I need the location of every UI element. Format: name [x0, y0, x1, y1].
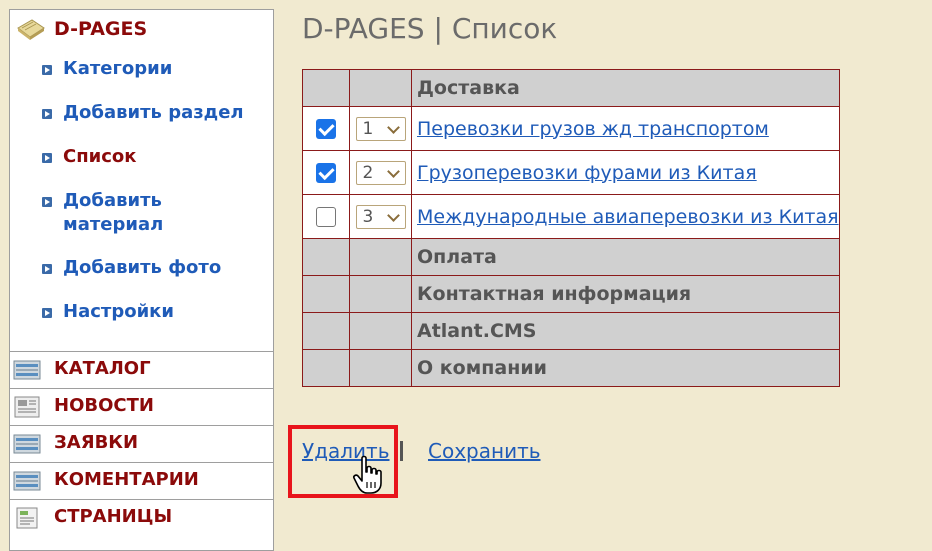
pages-table: Доставка 1 Перевозки грузов жд транспорт… [302, 69, 840, 387]
sidebar-item-label: Добавить материал [63, 190, 164, 235]
category-row: Контактная информация [302, 275, 840, 313]
sidebar-section-catalog[interactable]: КАТАЛОГ [10, 351, 273, 388]
sidebar-section-news[interactable]: НОВОСТИ [10, 388, 273, 425]
news-icon [14, 396, 40, 418]
comments-icon [13, 471, 41, 491]
category-label: Доставка [417, 77, 520, 99]
sidebar-item-label: Категории [63, 58, 173, 79]
row-checkbox[interactable] [316, 118, 336, 139]
category-label: Atlant.CMS [417, 320, 537, 342]
bullet-icon [42, 308, 52, 318]
category-row: Atlant.CMS [302, 312, 840, 350]
book-icon [17, 19, 45, 40]
sidebar-item-label: Настройки [63, 301, 175, 322]
chevron-down-icon [386, 120, 400, 134]
order-value: 1 [362, 118, 374, 139]
bullet-icon [42, 109, 52, 119]
save-button[interactable]: Сохранить [428, 439, 541, 463]
sidebar-header: D-PAGES [10, 10, 273, 48]
sidebar-title: D-PAGES [54, 18, 148, 40]
order-select[interactable]: 2 [355, 160, 406, 185]
requests-icon [13, 434, 41, 454]
pages-icon [16, 507, 38, 529]
catalog-icon [13, 360, 41, 380]
page-title: D-PAGES | Список [302, 12, 558, 45]
sidebar-section-label: КАТАЛОГ [54, 358, 151, 379]
table-row: 3 Международные авиаперевозки из Китая [302, 194, 840, 239]
row-checkbox[interactable] [316, 206, 336, 227]
sidebar-section-requests[interactable]: ЗАЯВКИ [10, 425, 273, 462]
category-label: Оплата [417, 246, 497, 268]
table-row: 1 Перевозки грузов жд транспортом [302, 106, 840, 151]
order-select[interactable]: 3 [355, 204, 406, 229]
chevron-down-icon [386, 208, 400, 222]
sidebar-section-label: КОМЕНТАРИИ [54, 469, 199, 490]
bullet-icon [42, 65, 52, 75]
category-row: Доставка [302, 69, 840, 107]
sidebar-section-comments[interactable]: КОМЕНТАРИИ [10, 462, 273, 499]
page-link[interactable]: Перевозки грузов жд транспортом [412, 118, 769, 140]
order-select[interactable]: 1 [355, 116, 406, 141]
sidebar: D-PAGES Категории Добавить раздел Список… [9, 9, 274, 551]
order-value: 2 [362, 162, 374, 183]
category-row: Оплата [302, 238, 840, 276]
chevron-down-icon [386, 164, 400, 178]
hand-cursor-icon [353, 455, 382, 494]
category-label: О компании [417, 357, 547, 379]
sidebar-section-label: ЗАЯВКИ [54, 432, 139, 453]
page-link[interactable]: Грузоперевозки фурами из Китая [412, 162, 757, 184]
category-row: О компании [302, 349, 840, 387]
sidebar-item-label: Добавить раздел [63, 102, 244, 123]
order-value: 3 [362, 206, 374, 227]
sidebar-item-label: Добавить фото [63, 257, 222, 278]
page-link[interactable]: Международные авиаперевозки из Китая [412, 206, 839, 228]
table-row: 2 Грузоперевозки фурами из Китая [302, 150, 840, 195]
sidebar-section-pages[interactable]: СТРАНИЦЫ [10, 499, 273, 536]
bullet-icon [42, 153, 52, 163]
category-label: Контактная информация [417, 283, 692, 305]
sidebar-item-label: Список [63, 146, 137, 167]
sidebar-section-label: СТРАНИЦЫ [54, 506, 173, 527]
bullet-icon [42, 264, 52, 274]
action-separator [400, 441, 403, 461]
sidebar-section-label: НОВОСТИ [54, 395, 154, 416]
bullet-icon [42, 197, 52, 207]
row-checkbox[interactable] [316, 162, 336, 183]
